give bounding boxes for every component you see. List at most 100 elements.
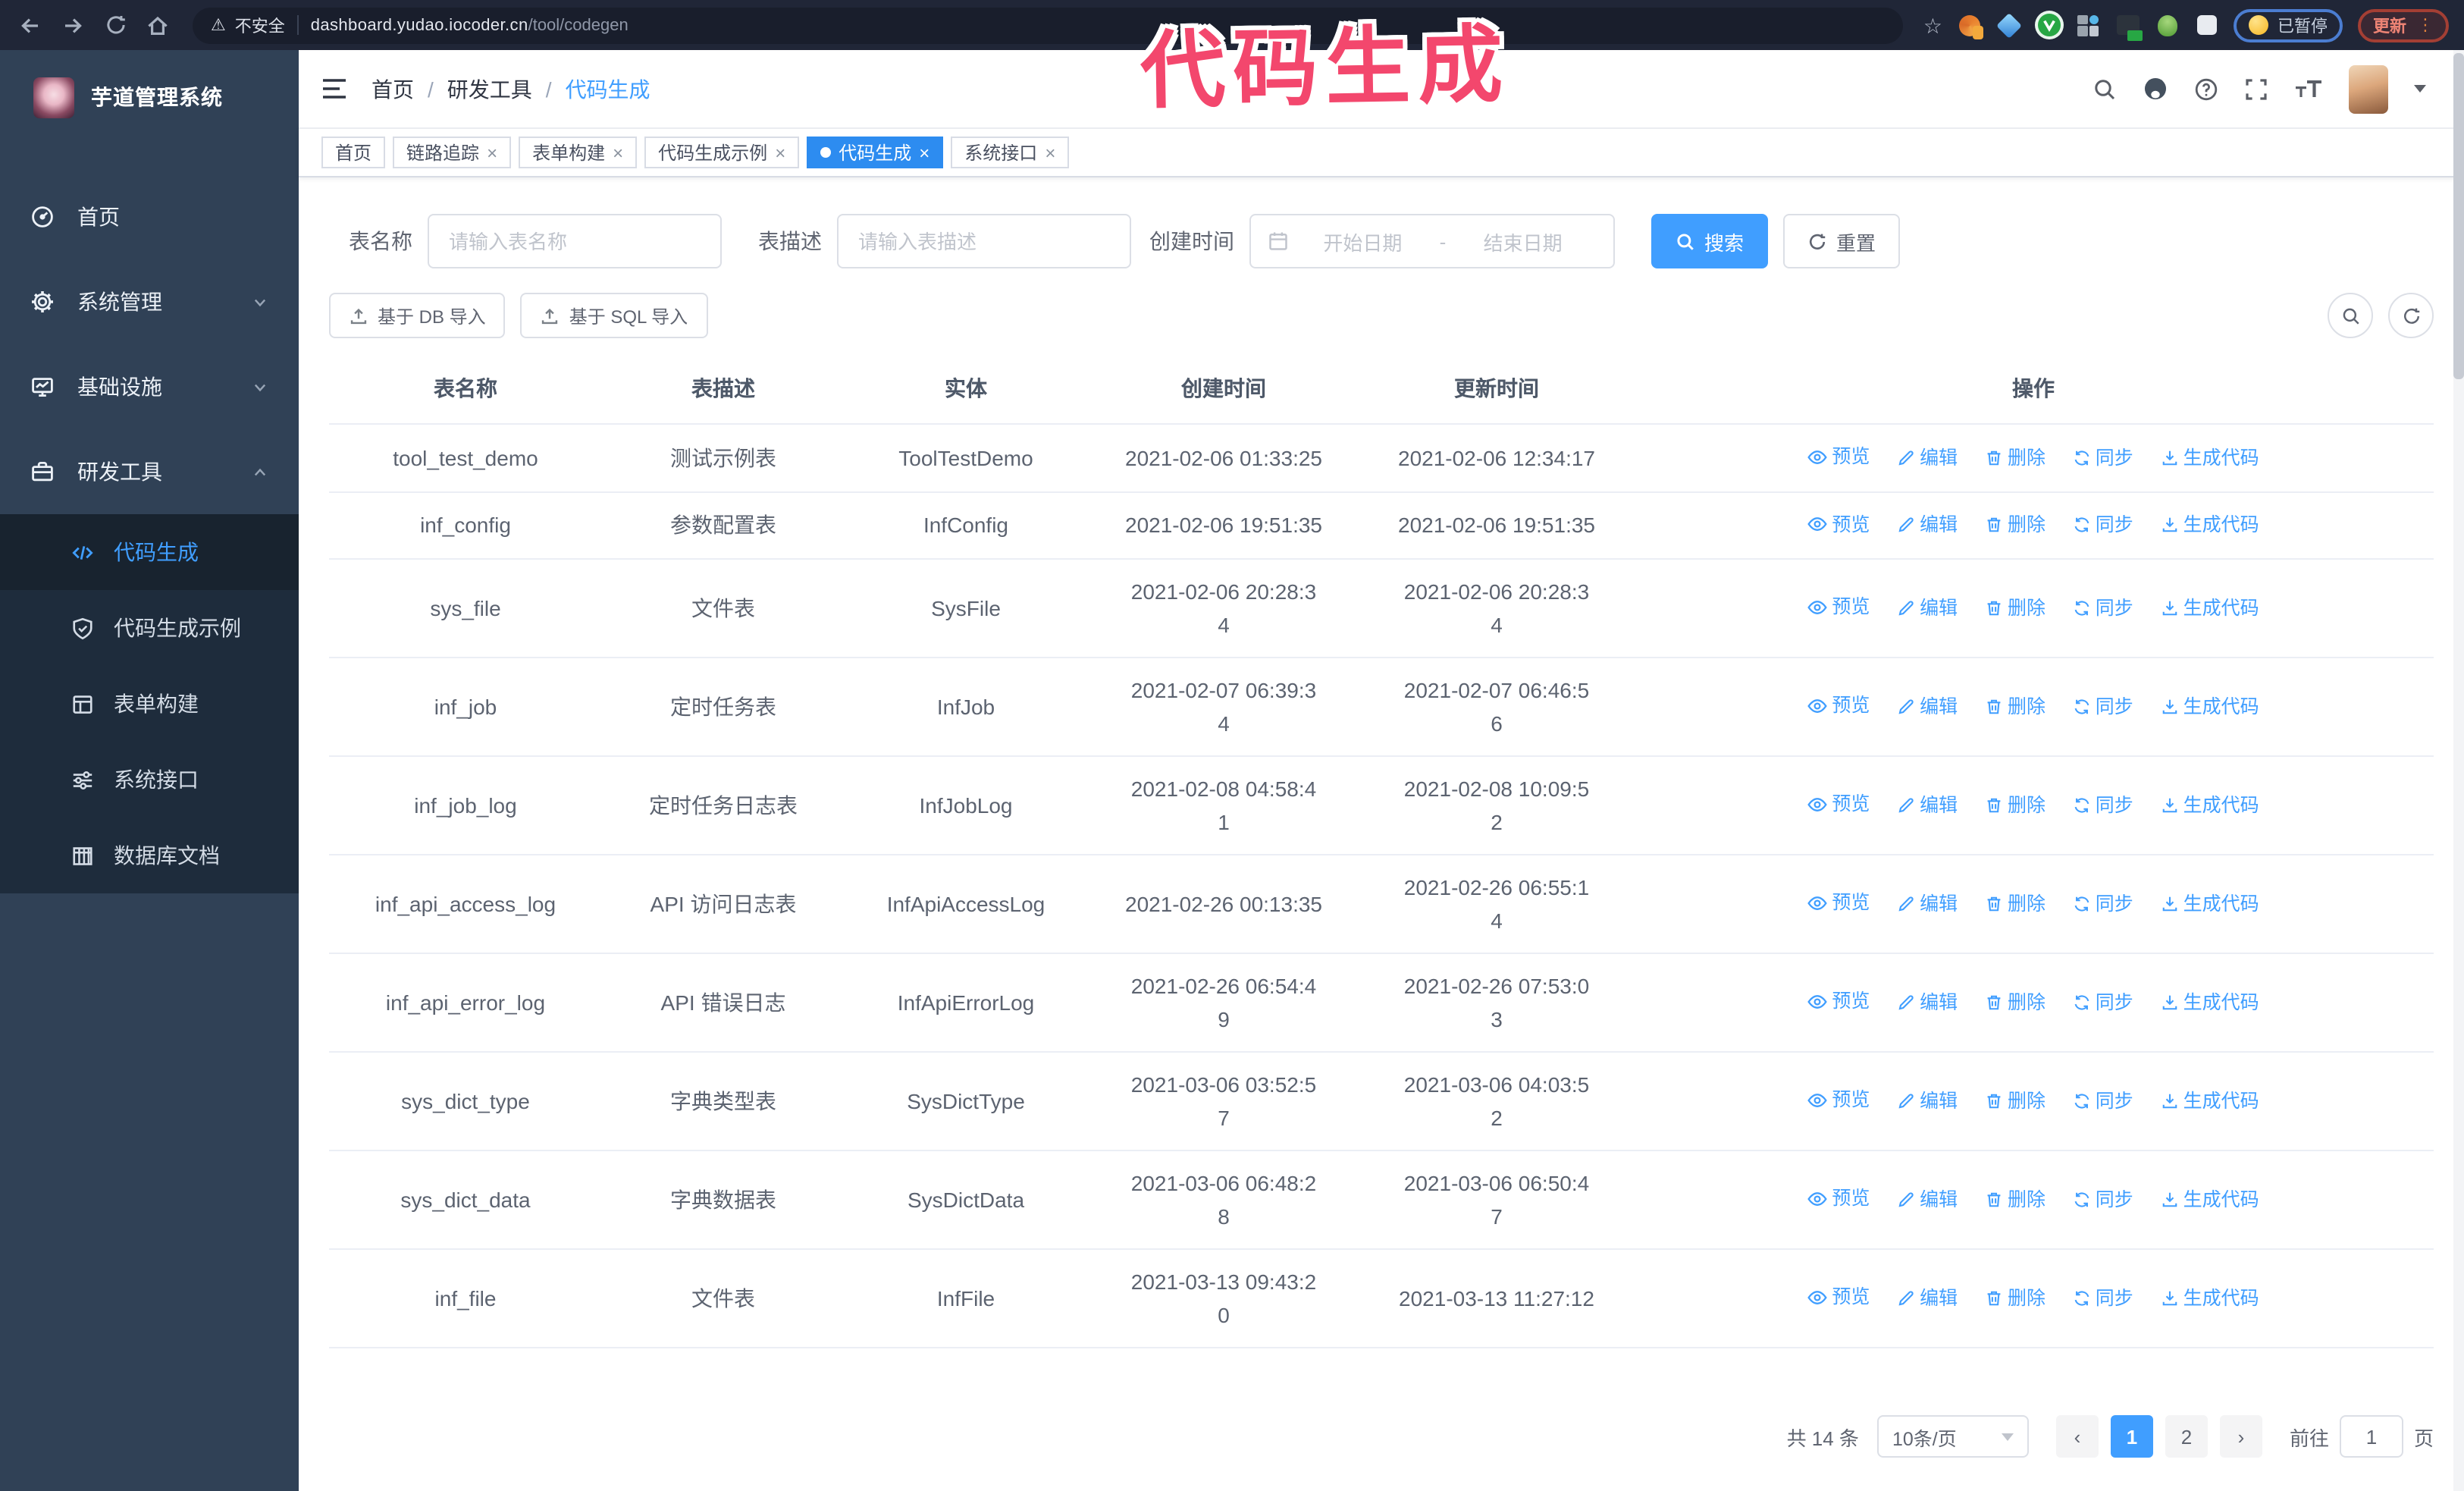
preview-link[interactable]: 预览 [1807, 985, 1870, 1019]
edit-link[interactable]: 编辑 [1897, 690, 1958, 724]
view-tab[interactable]: 表单构建 × [519, 137, 638, 168]
preview-link[interactable]: 预览 [1807, 788, 1870, 821]
on-badge-extension-icon[interactable] [2115, 13, 2140, 37]
delete-link[interactable]: 删除 [1985, 690, 2045, 724]
generate-code-link[interactable]: 生成代码 [2161, 508, 2259, 541]
home-icon[interactable] [143, 10, 173, 40]
close-icon[interactable]: × [1045, 143, 1055, 162]
edit-link[interactable]: 编辑 [1897, 592, 1958, 625]
generate-code-link[interactable]: 生成代码 [2161, 1183, 2259, 1216]
sync-link[interactable]: 同步 [2073, 508, 2133, 541]
sync-link[interactable]: 同步 [2073, 986, 2133, 1019]
plant-extension-icon[interactable] [2155, 13, 2179, 37]
app-logo-row[interactable]: 芋道管理系统 [0, 50, 299, 144]
generate-code-link[interactable]: 生成代码 [2161, 1282, 2259, 1315]
page-button-2[interactable]: 2 [2165, 1415, 2208, 1458]
sidebar-item-home[interactable]: 首页 [0, 174, 299, 259]
edit-link[interactable]: 编辑 [1897, 789, 1958, 822]
search-button[interactable]: 搜索 [1651, 214, 1769, 268]
github-icon[interactable] [2143, 76, 2168, 102]
table-desc-input[interactable] [837, 214, 1131, 268]
breadcrumb-home[interactable]: 首页 [371, 74, 414, 104]
close-icon[interactable]: × [613, 143, 623, 162]
next-page-button[interactable]: › [2219, 1415, 2262, 1458]
page-size-select[interactable]: 10条/页 [1876, 1415, 2029, 1458]
view-tab[interactable]: 链路追踪 × [393, 137, 512, 168]
page-button-1[interactable]: 1 [2110, 1415, 2153, 1458]
breadcrumb-devtools[interactable]: 研发工具 [447, 74, 532, 104]
delete-link[interactable]: 删除 [1985, 1085, 2045, 1118]
generate-code-link[interactable]: 生成代码 [2161, 690, 2259, 724]
sync-link[interactable]: 同步 [2073, 441, 2133, 474]
delete-link[interactable]: 删除 [1985, 592, 2045, 625]
view-tab[interactable]: 代码生成 × [807, 137, 944, 168]
goto-page-input[interactable] [2339, 1415, 2403, 1458]
security-status[interactable]: ⚠ 不安全 [211, 13, 285, 37]
back-icon[interactable] [15, 10, 45, 40]
preview-link[interactable]: 预览 [1807, 507, 1870, 541]
delete-link[interactable]: 删除 [1985, 887, 2045, 921]
gem-extension-icon[interactable] [1996, 12, 2022, 38]
preview-link[interactable]: 预览 [1807, 440, 1870, 473]
delete-link[interactable]: 删除 [1985, 789, 2045, 822]
delete-link[interactable]: 删除 [1985, 441, 2045, 474]
toggle-search-button[interactable] [2328, 293, 2373, 338]
search-icon[interactable] [2093, 77, 2117, 101]
check-extension-icon[interactable] [2036, 13, 2061, 37]
sync-link[interactable]: 同步 [2073, 1085, 2133, 1118]
edit-link[interactable]: 编辑 [1897, 1282, 1958, 1315]
sync-link[interactable]: 同步 [2073, 592, 2133, 625]
address-bar[interactable]: ⚠ 不安全 dashboard.yudao.iocoder.cn/tool/co… [193, 7, 1904, 43]
avatar-caret-icon[interactable] [2414, 85, 2426, 93]
delete-link[interactable]: 删除 [1985, 1282, 2045, 1315]
delete-link[interactable]: 删除 [1985, 1183, 2045, 1216]
generate-code-link[interactable]: 生成代码 [2161, 441, 2259, 474]
generate-code-link[interactable]: 生成代码 [2161, 887, 2259, 921]
edit-link[interactable]: 编辑 [1897, 887, 1958, 921]
hamburger-icon[interactable] [321, 77, 347, 100]
browser-menu-icon[interactable]: ⋮ [2417, 15, 2434, 35]
generate-code-link[interactable]: 生成代码 [2161, 592, 2259, 625]
refresh-table-button[interactable] [2388, 293, 2434, 338]
paused-extension-badge[interactable]: 已暂停 [2234, 8, 2343, 42]
sidebar-item-system-api[interactable]: 系统接口 [0, 742, 299, 818]
preview-link[interactable]: 预览 [1807, 1281, 1870, 1314]
prev-page-button[interactable]: ‹ [2055, 1415, 2099, 1458]
puzzle-extension-icon[interactable] [2194, 13, 2218, 37]
preview-link[interactable]: 预览 [1807, 689, 1870, 723]
help-icon[interactable] [2194, 77, 2218, 101]
scrollbar[interactable] [2453, 50, 2464, 1491]
preview-link[interactable]: 预览 [1807, 1084, 1870, 1117]
close-icon[interactable]: × [487, 143, 497, 162]
forward-icon[interactable] [58, 10, 88, 40]
date-range-picker[interactable]: 开始日期 - 结束日期 [1249, 214, 1615, 268]
edit-link[interactable]: 编辑 [1897, 986, 1958, 1019]
preview-link[interactable]: 预览 [1807, 887, 1870, 920]
delete-link[interactable]: 删除 [1985, 508, 2045, 541]
close-icon[interactable]: × [775, 143, 785, 162]
sidebar-item-infra[interactable]: 基础设施 [0, 344, 299, 429]
generate-code-link[interactable]: 生成代码 [2161, 1085, 2259, 1118]
grid-extension-icon[interactable] [2076, 13, 2100, 37]
sync-link[interactable]: 同步 [2073, 1282, 2133, 1315]
edit-link[interactable]: 编辑 [1897, 1085, 1958, 1118]
sync-link[interactable]: 同步 [2073, 887, 2133, 921]
import-db-button[interactable]: 基于 DB 导入 [329, 293, 506, 338]
font-size-icon[interactable] [2294, 77, 2323, 101]
table-name-input[interactable] [428, 214, 722, 268]
edit-link[interactable]: 编辑 [1897, 441, 1958, 474]
reset-button[interactable]: 重置 [1783, 214, 1901, 268]
bookmark-star-icon[interactable]: ☆ [1923, 14, 1942, 36]
fullscreen-icon[interactable] [2244, 77, 2268, 101]
sync-link[interactable]: 同步 [2073, 690, 2133, 724]
sidebar-item-codegen-example[interactable]: 代码生成示例 [0, 590, 299, 666]
view-tab[interactable]: 首页 [321, 137, 386, 168]
generate-code-link[interactable]: 生成代码 [2161, 986, 2259, 1019]
sidebar-item-system[interactable]: 系统管理 [0, 259, 299, 344]
sync-link[interactable]: 同步 [2073, 1183, 2133, 1216]
sidebar-item-devtools[interactable]: 研发工具 [0, 429, 299, 514]
sidebar-item-db-doc[interactable]: 数据库文档 [0, 818, 299, 893]
close-icon[interactable]: × [919, 143, 929, 162]
delete-link[interactable]: 删除 [1985, 986, 2045, 1019]
user-avatar[interactable] [2349, 64, 2388, 113]
